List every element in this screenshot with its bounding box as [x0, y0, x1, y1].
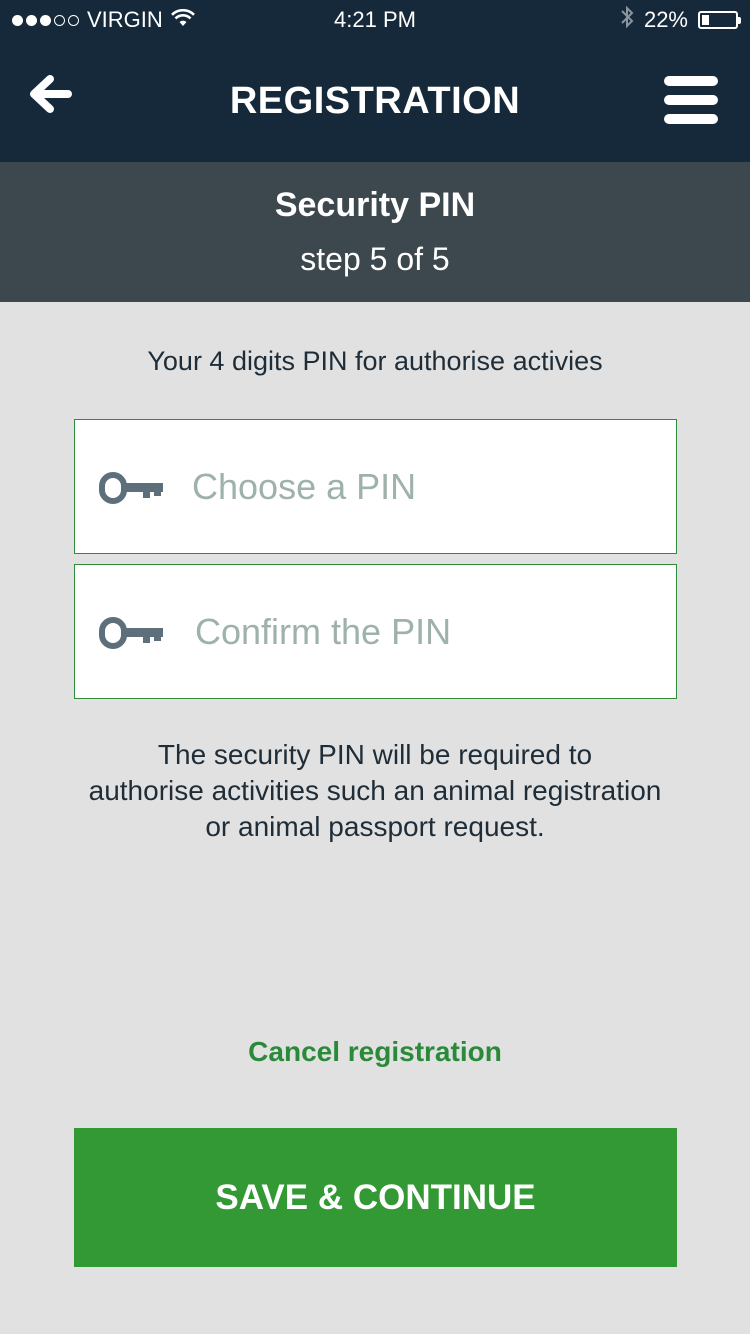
nav-bar: REGISTRATION	[0, 40, 750, 162]
step-header	[0, 162, 750, 302]
pin-info-text: The security PIN will be required to aut…	[60, 737, 690, 845]
battery-percent: 22%	[643, 7, 688, 32]
status-right: 22%	[620, 0, 741, 40]
page-title: REGISTRATION	[229, 79, 521, 122]
key-icon	[99, 617, 165, 654]
key-icon	[99, 472, 165, 509]
battery-icon	[698, 11, 741, 29]
info-line: authorise activities such an animal regi…	[88, 775, 662, 806]
info-line: The security PIN will be required to	[157, 739, 593, 770]
step-title: Security PIN	[274, 186, 476, 224]
bluetooth-icon	[620, 5, 634, 35]
step-indicator: step 5 of 5	[300, 241, 450, 277]
info-line: or animal passport request.	[205, 811, 545, 842]
save-continue-button[interactable]: SAVE & CONTINUE	[74, 1128, 677, 1267]
pin-instructions: Your 4 digits PIN for authorise activies	[147, 346, 603, 376]
confirm-pin-input[interactable]	[195, 565, 655, 698]
choose-pin-input[interactable]	[192, 420, 652, 553]
cancel-registration-link[interactable]: Cancel registration	[0, 1036, 750, 1068]
choose-pin-field[interactable]	[74, 419, 677, 554]
status-bar: VIRGIN 4:21 PM 22%	[0, 0, 750, 40]
battery-level-fill	[702, 15, 709, 25]
confirm-pin-field[interactable]	[74, 564, 677, 699]
menu-button[interactable]	[664, 76, 720, 126]
